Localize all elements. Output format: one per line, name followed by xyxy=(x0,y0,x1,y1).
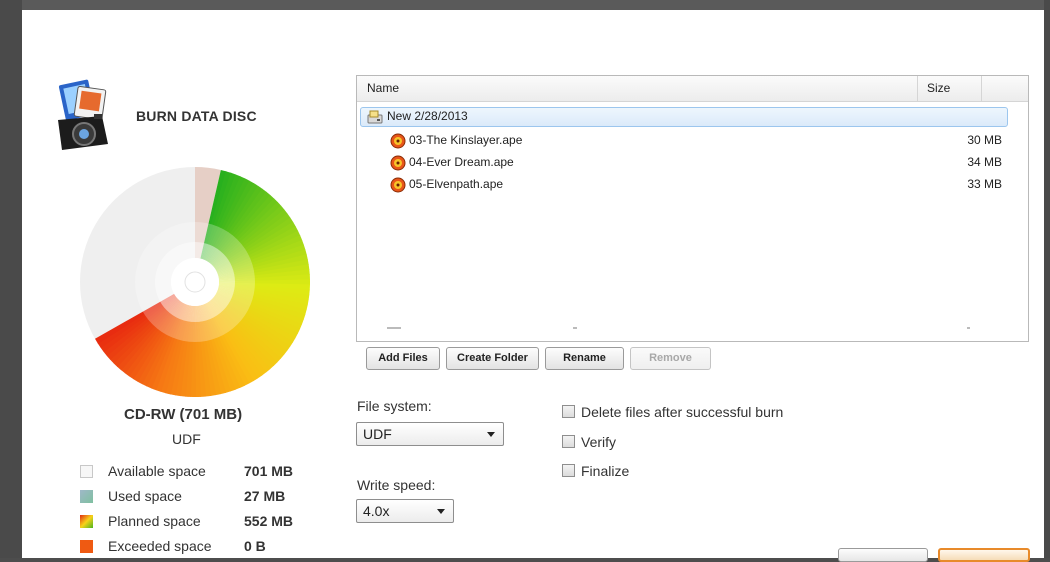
list-item-size: 30 MB xyxy=(967,133,1002,147)
write-speed-select[interactable]: 4.0x xyxy=(356,499,454,523)
finalize-checkbox[interactable] xyxy=(562,464,575,477)
file-system-value: UDF xyxy=(363,426,392,442)
file-list[interactable]: Name Size New 2/28/2013 03-The Kinslayer… xyxy=(356,75,1029,342)
primary-action-button[interactable] xyxy=(938,548,1030,562)
legend-label: Exceeded space xyxy=(108,538,212,554)
legend-label: Available space xyxy=(108,463,206,479)
list-item-folder[interactable]: New 2/28/2013 xyxy=(357,106,1028,128)
column-name-header[interactable]: Name xyxy=(367,81,399,95)
list-item[interactable]: 04-Ever Dream.ape 34 MB xyxy=(357,152,1028,174)
audio-file-icon xyxy=(390,133,406,149)
add-files-button[interactable]: Add Files xyxy=(366,347,440,370)
chevron-down-icon xyxy=(437,509,445,514)
disc-center-hole xyxy=(184,271,206,293)
file-system-select[interactable]: UDF xyxy=(356,422,504,446)
used-swatch xyxy=(80,490,93,503)
list-item-name: 04-Ever Dream.ape xyxy=(409,155,514,169)
disc-space-chart xyxy=(80,167,310,397)
finalize-label: Finalize xyxy=(581,463,630,479)
write-speed-label: Write speed: xyxy=(357,477,436,493)
delete-files-label: Delete files after successful burn xyxy=(581,404,784,420)
create-folder-button[interactable]: Create Folder xyxy=(446,347,539,370)
legend-label: Planned space xyxy=(108,513,201,529)
planned-swatch xyxy=(80,515,93,528)
window-frame-right xyxy=(1044,0,1050,558)
file-system-label: File system: xyxy=(357,398,432,414)
legend-value: 27 MB xyxy=(244,488,286,504)
delete-files-checkbox[interactable] xyxy=(562,405,575,418)
legend-value: 701 MB xyxy=(244,463,294,479)
window-frame-left xyxy=(0,0,22,558)
verify-label: Verify xyxy=(581,434,617,450)
list-item-size: 33 MB xyxy=(967,177,1002,191)
column-size-header[interactable]: Size xyxy=(927,81,950,95)
list-item[interactable]: 03-The Kinslayer.ape 30 MB xyxy=(357,130,1028,152)
list-item-name: 05-Elvenpath.ape xyxy=(409,177,504,191)
disc-folder-icon xyxy=(367,110,383,124)
window-frame-top xyxy=(0,0,1050,10)
legend-label: Used space xyxy=(108,488,182,504)
horizontal-scroll-hint xyxy=(387,327,977,330)
list-item-name: 03-The Kinslayer.ape xyxy=(409,133,523,147)
remove-button[interactable]: Remove xyxy=(630,347,711,370)
secondary-action-button[interactable] xyxy=(838,548,928,562)
camera-media-icon xyxy=(58,79,108,150)
list-item-size: 34 MB xyxy=(967,155,1002,169)
write-speed-value: 4.0x xyxy=(363,503,390,519)
audio-file-icon xyxy=(390,177,406,193)
legend-value: 552 MB xyxy=(244,513,294,529)
column-divider[interactable] xyxy=(981,76,982,101)
rename-button[interactable]: Rename xyxy=(545,347,624,370)
file-list-header: Name Size xyxy=(357,76,1028,102)
list-item-name: New 2/28/2013 xyxy=(387,109,468,123)
column-divider[interactable] xyxy=(917,76,918,101)
disc-type: CD-RW (701 MB) xyxy=(124,406,243,423)
chevron-down-icon xyxy=(487,432,495,437)
audio-file-icon xyxy=(390,155,406,171)
legend-value: 0 B xyxy=(244,538,266,554)
exceeded-swatch xyxy=(80,540,93,553)
panel-title: BURN DATA DISC xyxy=(136,108,257,124)
verify-checkbox[interactable] xyxy=(562,435,575,448)
list-item[interactable]: 05-Elvenpath.ape 33 MB xyxy=(357,174,1028,196)
disc-filesystem: UDF xyxy=(172,431,201,447)
available-swatch xyxy=(80,465,93,478)
